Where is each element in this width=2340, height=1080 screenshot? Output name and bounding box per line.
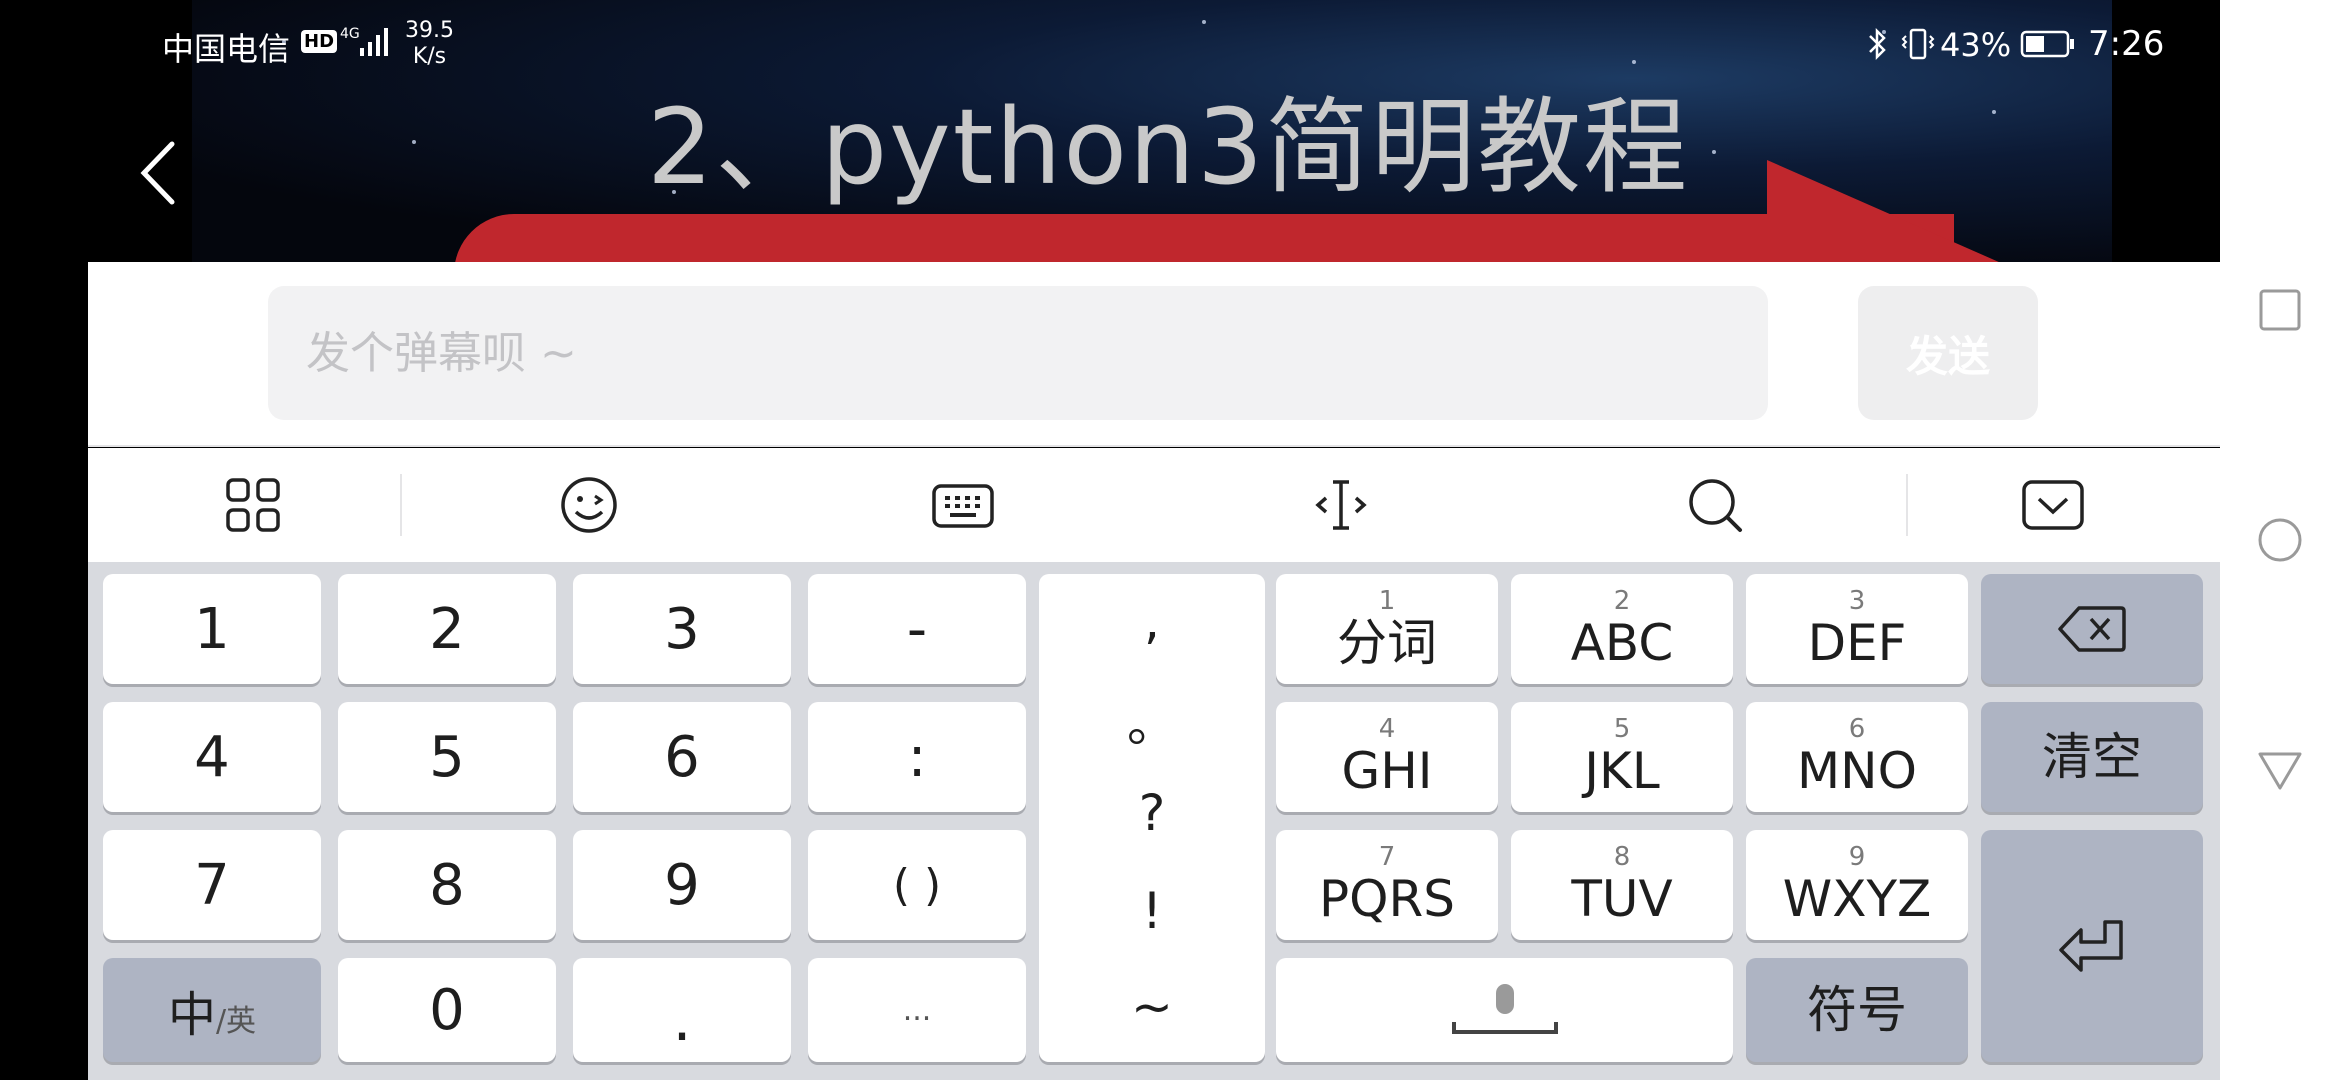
key-0[interactable]: 0: [338, 958, 556, 1062]
speed-value: 39.5: [405, 18, 454, 43]
key-colon[interactable]: :: [808, 702, 1026, 812]
star: [1712, 150, 1716, 154]
t9-keyboard: 1 2 3 - 4 5 6 : 7 8 9 ( ) 中/英 0 . ... , …: [88, 562, 2220, 1080]
keyboard-icon[interactable]: [932, 474, 994, 536]
key-6[interactable]: 6: [573, 702, 791, 812]
key-4[interactable]: 4: [103, 702, 321, 812]
t9-key-3[interactable]: 3 DEF: [1746, 574, 1968, 684]
punct-tilde[interactable]: ~: [1039, 978, 1265, 1036]
status-bar: 中国电信 HD 4G 39.5 K/s 43% 7:26: [0, 0, 2220, 90]
toolbar-divider: [400, 474, 402, 536]
network-speed: 39.5 K/s: [405, 18, 454, 70]
enter-key[interactable]: [1981, 830, 2203, 1062]
key-3[interactable]: 3: [573, 574, 791, 684]
t9-key-9[interactable]: 9 WXYZ: [1746, 830, 1968, 940]
key-dash[interactable]: -: [808, 574, 1026, 684]
carrier-name: 中国电信: [162, 30, 291, 68]
punct-comma[interactable]: ,: [1039, 592, 1265, 650]
danmaku-input[interactable]: [268, 286, 1768, 420]
home-icon[interactable]: [2256, 516, 2304, 564]
network-type: 4G: [340, 26, 360, 42]
t9-key-4[interactable]: 4 GHI: [1276, 702, 1498, 812]
key-period[interactable]: .: [573, 958, 791, 1062]
t9-key-8[interactable]: 8 TUV: [1511, 830, 1733, 940]
t9-key-5[interactable]: 5 JKL: [1511, 702, 1733, 812]
key-lang-switch[interactable]: 中/英: [103, 958, 321, 1062]
cursor-move-icon[interactable]: [1310, 474, 1372, 536]
screen: 2、python3简明教程 中国电信 HD 4G 39.5 K/s 43% 7:…: [0, 0, 2340, 1080]
key-1[interactable]: 1: [103, 574, 321, 684]
key-5[interactable]: 5: [338, 702, 556, 812]
microphone-icon: [1451, 984, 1558, 1034]
t9-key-2[interactable]: 2 ABC: [1511, 574, 1733, 684]
backspace-key[interactable]: [1981, 574, 2203, 684]
danmaku-input-panel: 发送: [88, 262, 2220, 447]
grid-menu-icon[interactable]: [222, 474, 284, 536]
t9-key-1[interactable]: 1 分词: [1276, 574, 1498, 684]
battery-percent: 43%: [1940, 26, 2012, 64]
hd-badge: HD: [301, 30, 338, 53]
punct-period[interactable]: 。: [1039, 684, 1265, 756]
key-8[interactable]: 8: [338, 830, 556, 940]
clock: 7:26: [2088, 24, 2165, 64]
system-nav-bar: [2220, 0, 2340, 1080]
key-7[interactable]: 7: [103, 830, 321, 940]
back-arrow-icon[interactable]: [136, 138, 182, 208]
key-2[interactable]: 2: [338, 574, 556, 684]
key-ellipsis[interactable]: ...: [808, 958, 1026, 1062]
search-icon[interactable]: [1684, 474, 1746, 536]
red-arrow-tip: [1767, 160, 2017, 262]
send-button[interactable]: 发送: [1858, 286, 2038, 420]
signal-icon: [360, 28, 388, 56]
enter-icon: [2059, 920, 2123, 972]
key-parentheses[interactable]: ( ): [808, 830, 1026, 940]
speed-unit: K/s: [412, 44, 447, 69]
battery-icon: [2020, 30, 2074, 58]
t9-key-7[interactable]: 7 PQRS: [1276, 830, 1498, 940]
punct-question[interactable]: ?: [1039, 784, 1265, 842]
clear-key[interactable]: 清空: [1981, 702, 2203, 812]
star: [412, 140, 416, 144]
recent-apps-icon[interactable]: [2256, 286, 2304, 334]
t9-key-6[interactable]: 6 MNO: [1746, 702, 1968, 812]
punct-exclamation[interactable]: !: [1039, 882, 1265, 940]
space-key[interactable]: [1276, 958, 1733, 1062]
key-9[interactable]: 9: [573, 830, 791, 940]
red-arrow-graphic: [454, 214, 1954, 262]
bluetooth-icon: [1869, 27, 1886, 61]
back-nav-icon[interactable]: [2256, 746, 2304, 794]
star: [1992, 110, 1996, 114]
toolbar-divider: [1906, 474, 1908, 536]
emoji-icon[interactable]: [558, 474, 620, 536]
vibrate-icon: [1901, 28, 1935, 60]
backspace-icon: [2058, 606, 2126, 652]
symbols-key[interactable]: 符号: [1746, 958, 1968, 1062]
punctuation-list[interactable]: , 。 ? ! ~: [1039, 574, 1265, 1062]
keyboard-toolbar: [88, 448, 2220, 562]
collapse-keyboard-icon[interactable]: [2022, 474, 2084, 536]
